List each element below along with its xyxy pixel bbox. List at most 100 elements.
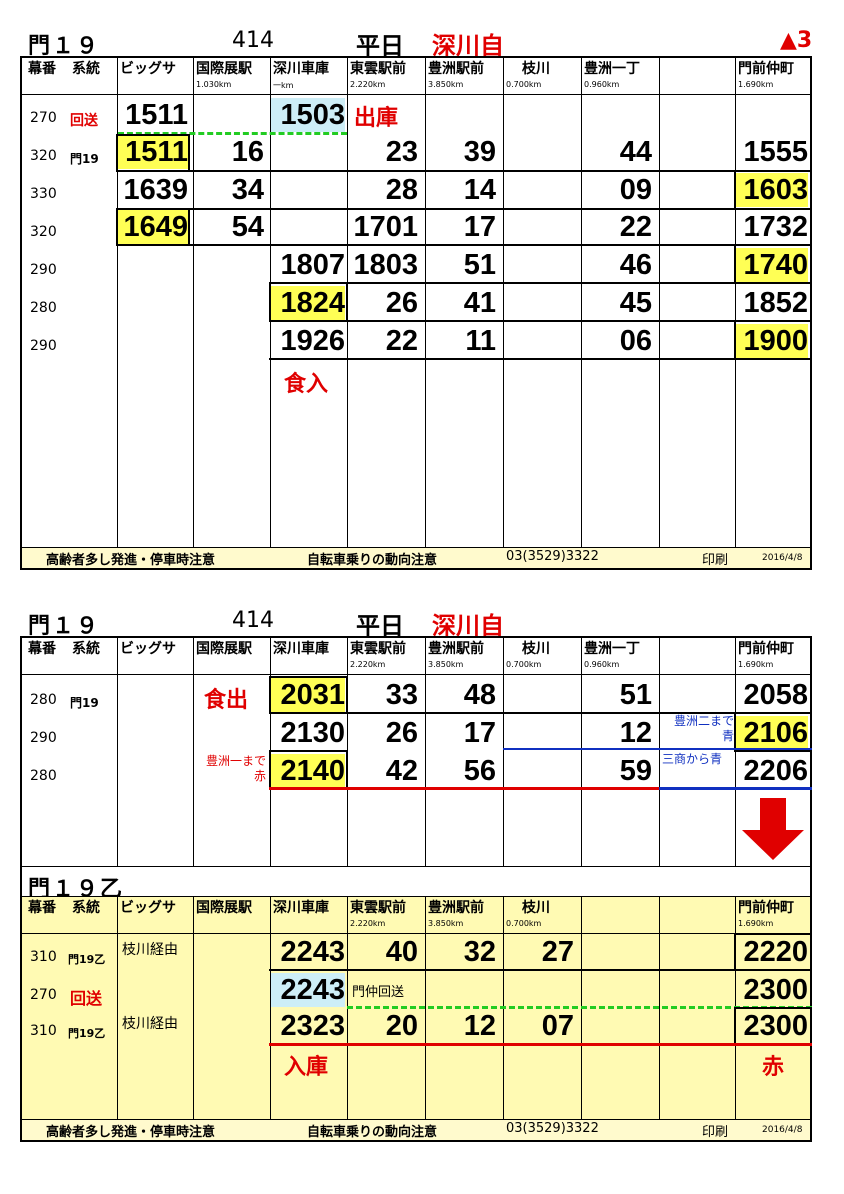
trip-box: [734, 1007, 812, 1045]
time-cell: 48: [463, 679, 496, 711]
panel1-number: 414: [232, 28, 274, 53]
trip-box: [116, 208, 190, 246]
col-monzen: 門前仲町: [738, 641, 794, 657]
time-cell: 1503: [271, 98, 345, 132]
panel1-table: 幕番 系統 ビッグサ 国際展駅 深川車庫 東雲駅前 豊洲駅前 枝川 豊洲一丁 門…: [20, 56, 812, 570]
km-shinonome: 2.220km: [350, 919, 386, 928]
trip-box: [734, 320, 812, 360]
time-cell: 51: [619, 679, 652, 711]
col-maku: 幕番: [28, 641, 56, 657]
time-cell: 2243: [271, 973, 345, 1007]
time-cell: 27: [541, 936, 574, 968]
footer-caution2: 自転車乗りの動向注意: [307, 1125, 438, 1140]
trip-box: [734, 170, 812, 210]
col-kokusai: 国際展駅: [196, 641, 252, 657]
keitou-cell: 門19乙: [68, 1027, 106, 1040]
km-kokusai: 1.030km: [196, 80, 232, 89]
note-red-toyosu1: 豊洲一まで赤: [205, 754, 266, 783]
trip-box: [734, 933, 812, 971]
time-cell: 1807: [280, 249, 345, 281]
time-cell: 40: [385, 936, 418, 968]
col-itchome: 豊洲一丁: [584, 641, 640, 657]
maku-cell: 280: [30, 300, 57, 316]
time-cell: 16: [231, 136, 264, 168]
km-itchome: 0.960km: [584, 80, 620, 89]
col-maku: 幕番: [28, 900, 56, 916]
time-cell: 2206: [743, 755, 808, 787]
note-blue-toyosu2: 豊洲二まで青: [673, 714, 734, 743]
time-cell: 26: [385, 287, 418, 319]
panel3-header-row: 幕番 系統 ビッグサ 国際展駅 深川車庫 東雲駅前 豊洲駅前 枝川 門前仲町 2…: [22, 897, 810, 934]
blue-line: [503, 748, 812, 750]
col-toyosu: 豊洲駅前: [428, 641, 484, 657]
time-cell: 2323: [280, 1010, 345, 1042]
footer-phone: 03(3529)3322: [506, 549, 599, 564]
time-cell: 45: [619, 287, 652, 319]
trip-box: [734, 712, 812, 752]
time-cell: 42: [385, 755, 418, 787]
col-bigsight: ビッグサ: [120, 900, 176, 916]
footer-date: 2016/4/8: [762, 1125, 803, 1135]
footer-print: 印刷: [702, 553, 729, 568]
col-edagawa: 枝川: [522, 61, 550, 77]
col-shinonome: 東雲駅前: [350, 61, 406, 77]
col-itchome: 豊洲一丁: [584, 61, 640, 77]
time-cell: 09: [619, 174, 652, 206]
keitou-cell: 回送: [70, 113, 98, 129]
col-edagawa: 枝川: [522, 900, 550, 916]
maku-cell: 310: [30, 1023, 57, 1039]
footer-phone: 03(3529)3322: [506, 1121, 599, 1136]
note-eat-out: 食出: [204, 688, 249, 713]
time-cell: 1926: [280, 325, 345, 357]
km-toyosu: 3.850km: [428, 660, 464, 669]
trip-line: [269, 320, 810, 322]
col-monzen: 門前仲町: [738, 900, 794, 916]
km-monzen: 1.690km: [738, 80, 774, 89]
maku-cell: 310: [30, 949, 57, 965]
trip-line: [269, 358, 736, 360]
panel2-number: 414: [232, 608, 274, 633]
km-monzen: 1.690km: [738, 660, 774, 669]
trip-box: [269, 676, 348, 714]
time-cell: 46: [619, 249, 652, 281]
red-line: [269, 1043, 812, 1046]
panel2-header-row: 幕番 系統 ビッグサ 国際展駅 深川車庫 東雲駅前 豊洲駅前 枝川 豊洲一丁 門…: [22, 638, 810, 675]
trip-line: [116, 244, 810, 246]
col-kokusai: 国際展駅: [196, 61, 252, 77]
time-cell: 12: [619, 717, 652, 749]
time-cell: 2243: [280, 936, 345, 968]
time-cell: 17: [463, 717, 496, 749]
maku-cell: 280: [30, 768, 57, 784]
trip-box: [269, 282, 348, 322]
km-toyosu: 3.850km: [428, 919, 464, 928]
time-cell: 14: [463, 174, 496, 206]
time-cell: 07: [541, 1010, 574, 1042]
maku-cell: 290: [30, 730, 57, 746]
trip-line: [116, 170, 810, 172]
via-cell: 枝川経由: [122, 942, 178, 958]
time-cell: 1511: [125, 99, 188, 131]
col-keitou: 系統: [72, 61, 100, 77]
col-keitou: 系統: [72, 641, 100, 657]
note-blue-sansho: 三商から青: [662, 752, 723, 766]
km-shinonome: 2.220km: [350, 80, 386, 89]
time-cell: 1803: [353, 249, 418, 281]
footer-caution1: 高齢者多し発進・停車時注意: [46, 1125, 216, 1140]
time-cell: 34: [231, 174, 264, 206]
time-cell: 1639: [123, 174, 188, 206]
maku-cell: 320: [30, 148, 57, 164]
maku-cell: 320: [30, 224, 57, 240]
col-maku: 幕番: [28, 61, 56, 77]
time-cell: 51: [463, 249, 496, 281]
km-toyosu: 3.850km: [428, 80, 464, 89]
km-edagawa: 0.700km: [506, 80, 542, 89]
time-cell: 32: [463, 936, 496, 968]
maku-cell: 330: [30, 186, 57, 202]
note-depot-in: 入庫: [284, 1055, 329, 1080]
keitou-cell: 門19乙: [68, 953, 106, 966]
maku-cell: 280: [30, 692, 57, 708]
time-cell: 44: [619, 136, 652, 168]
time-cell: 26: [385, 717, 418, 749]
time-cell: 11: [465, 325, 496, 357]
time-cell: 1852: [743, 287, 808, 319]
